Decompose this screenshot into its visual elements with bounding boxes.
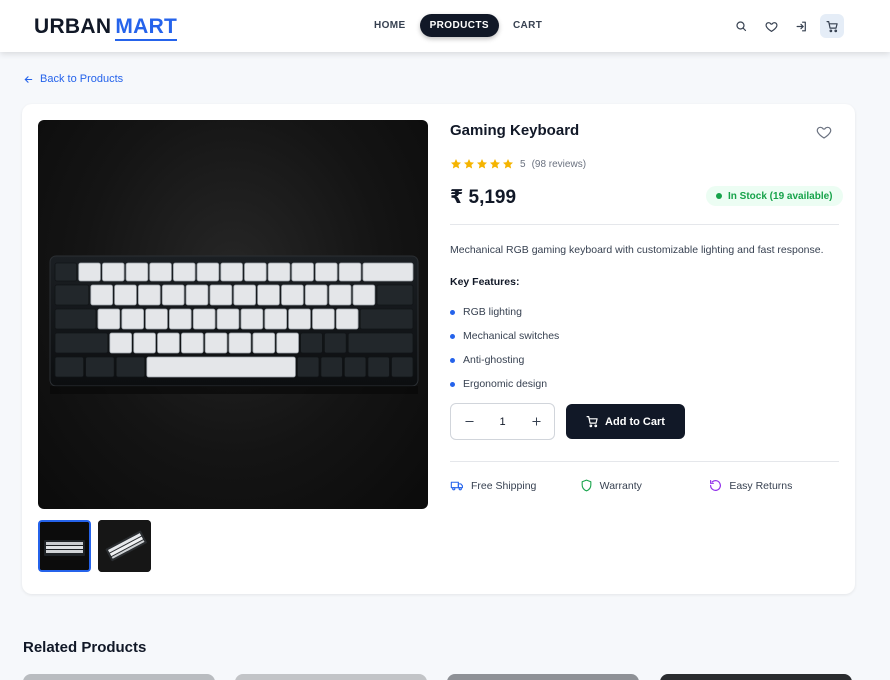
keyboard-image — [49, 255, 419, 394]
cart-icon — [586, 416, 598, 428]
search-icon[interactable] — [730, 15, 752, 37]
back-link-label: Back to Products — [40, 73, 124, 85]
related-product-card[interactable] — [23, 674, 215, 680]
shield-icon — [581, 479, 592, 492]
decrease-quantity-button[interactable] — [461, 414, 477, 430]
cart-icon[interactable] — [820, 14, 844, 38]
feature-label: Anti-ghosting — [463, 354, 525, 366]
back-to-products-link[interactable]: Back to Products — [23, 73, 123, 85]
star-icon — [490, 159, 500, 169]
thumbnail-1[interactable] — [38, 520, 91, 572]
add-to-cart-button[interactable]: Add to Cart — [566, 404, 685, 439]
feature-item: Anti-ghosting — [450, 348, 559, 372]
quantity-stepper: 1 — [450, 403, 555, 440]
feature-item: RGB lighting — [450, 300, 559, 324]
product-card: Gaming Keyboard 5 (98 reviews) ₹ 5,199 I… — [22, 104, 855, 594]
bullet-icon — [450, 309, 455, 315]
bullet-icon — [450, 333, 455, 339]
increase-quantity-button[interactable] — [528, 414, 544, 430]
nav-home[interactable]: HOME — [364, 14, 416, 37]
product-rating: 5 (98 reviews) — [450, 158, 586, 170]
top-navbar: URBAN MART HOME PRODUCTS CART — [0, 0, 890, 52]
star-icon — [503, 159, 513, 169]
product-title: Gaming Keyboard — [450, 122, 580, 139]
stock-badge: In Stock (19 available) — [706, 186, 843, 206]
related-product-card[interactable] — [447, 674, 639, 680]
nav-cart[interactable]: CART — [503, 14, 552, 37]
stock-label: In Stock (19 available) — [728, 190, 833, 202]
rating-value: 5 — [520, 158, 526, 170]
bullet-icon — [450, 357, 455, 363]
review-count[interactable]: (98 reviews) — [532, 159, 586, 170]
stock-dot-icon — [716, 193, 722, 199]
feature-label: Ergonomic design — [463, 378, 548, 390]
related-products-heading: Related Products — [23, 639, 147, 656]
perk-label: Warranty — [599, 479, 642, 492]
main-nav: HOME PRODUCTS CART — [364, 14, 552, 37]
minus-icon — [464, 420, 474, 423]
feature-list: RGB lighting Mechanical switches Anti-gh… — [450, 300, 559, 396]
divider — [450, 461, 839, 462]
perk-warranty: Warranty — [580, 479, 710, 492]
quantity-value[interactable]: 1 — [499, 416, 505, 428]
related-product-card[interactable] — [235, 674, 427, 680]
feature-item: Mechanical switches — [450, 324, 559, 348]
feature-label: RGB lighting — [463, 306, 522, 318]
perk-label: Easy Returns — [729, 479, 793, 492]
product-description: Mechanical RGB gaming keyboard with cust… — [450, 244, 824, 256]
product-main-image[interactable] — [38, 120, 428, 509]
wishlist-heart-icon[interactable] — [816, 124, 832, 145]
perks-row: Free Shipping Warranty Easy Returns — [450, 479, 839, 492]
arrow-left-icon — [24, 75, 33, 83]
product-price: ₹ 5,199 — [450, 187, 517, 208]
plus-icon — [531, 417, 541, 426]
logo-part2: MART — [115, 15, 178, 41]
perk-easy-returns: Easy Returns — [709, 479, 839, 492]
logo[interactable]: URBAN MART — [34, 15, 178, 41]
truck-icon — [450, 481, 463, 491]
thumbnail-2[interactable] — [98, 520, 151, 572]
nav-products[interactable]: PRODUCTS — [419, 14, 499, 37]
header-icons — [730, 14, 844, 38]
perk-free-shipping: Free Shipping — [450, 479, 580, 492]
feature-item: Ergonomic design — [450, 372, 559, 396]
bullet-icon — [450, 381, 455, 387]
login-icon[interactable] — [790, 15, 812, 37]
feature-label: Mechanical switches — [463, 330, 560, 342]
add-to-cart-label: Add to Cart — [605, 415, 665, 428]
perk-label: Free Shipping — [471, 479, 537, 492]
star-icon — [451, 159, 461, 169]
star-rating — [450, 158, 514, 170]
heart-icon[interactable] — [760, 15, 782, 37]
star-icon — [464, 159, 474, 169]
logo-part1: URBAN — [34, 15, 112, 38]
rotate-icon — [710, 480, 722, 491]
divider — [450, 224, 839, 225]
related-product-card[interactable] — [660, 674, 852, 680]
star-icon — [477, 159, 487, 169]
features-title: Key Features: — [450, 276, 520, 288]
